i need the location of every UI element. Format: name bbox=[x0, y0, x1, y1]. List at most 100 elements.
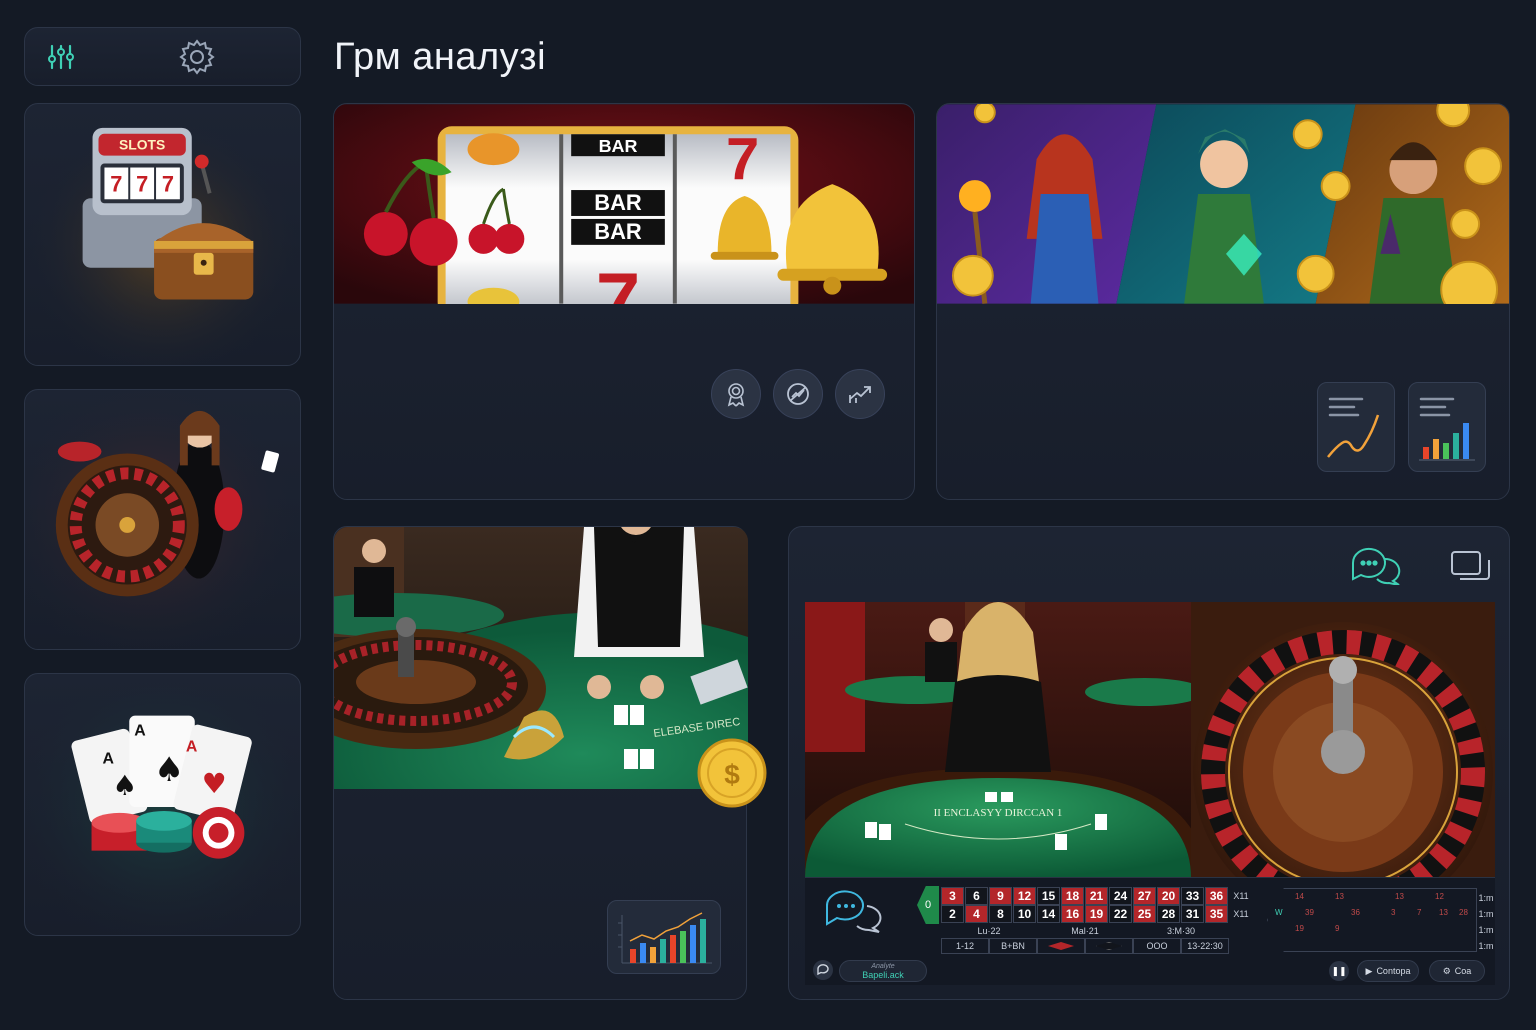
award-icon[interactable] bbox=[711, 369, 761, 419]
racetrack-number[interactable]: 12 bbox=[1435, 892, 1444, 901]
number-cell[interactable]: 8 bbox=[989, 905, 1012, 923]
camera-button-label: Contopa bbox=[1376, 966, 1411, 976]
svg-text:$: $ bbox=[724, 759, 740, 790]
number-cell[interactable]: 6 bbox=[965, 887, 988, 905]
racetrack-number[interactable]: 13 bbox=[1439, 908, 1448, 917]
caption-text: Bapeli.ack bbox=[862, 970, 904, 980]
svg-text:7: 7 bbox=[726, 125, 759, 192]
racetrack-number[interactable]: 13 bbox=[1395, 892, 1404, 901]
number-cell[interactable]: 36 bbox=[1205, 887, 1228, 905]
svg-text:A: A bbox=[186, 738, 198, 755]
dozen-3[interactable]: 3:M·30 bbox=[1133, 924, 1229, 938]
number-cell[interactable]: 27 bbox=[1133, 887, 1156, 905]
camera-button[interactable]: ▶ Contopa bbox=[1357, 960, 1419, 982]
svg-text:7: 7 bbox=[162, 171, 174, 196]
racetrack-number[interactable]: 9 bbox=[1335, 924, 1339, 933]
bet-1-12[interactable]: 1-12 bbox=[941, 938, 989, 954]
bet-red[interactable] bbox=[1037, 938, 1085, 954]
toolbar bbox=[24, 27, 301, 86]
windows-icon[interactable] bbox=[1449, 549, 1491, 590]
race-side-2: 1:m bbox=[1478, 909, 1494, 919]
column-bet-bottom[interactable]: X11 bbox=[1229, 905, 1253, 923]
pause-icon[interactable]: ❚❚ bbox=[1329, 961, 1349, 981]
gear-icon[interactable] bbox=[177, 37, 217, 77]
sidebar-card-cards[interactable]: A A A ♠ ♠ ♥ bbox=[24, 673, 301, 936]
number-cell[interactable]: 33 bbox=[1181, 887, 1204, 905]
svg-text:7: 7 bbox=[136, 171, 148, 196]
sidebar-card-slots[interactable]: SLOTS 7 7 7 bbox=[24, 103, 301, 366]
racetrack-number[interactable]: 39 bbox=[1305, 908, 1314, 917]
number-cell[interactable]: 2 bbox=[941, 905, 964, 923]
dozen-1[interactable]: Lu·22 bbox=[941, 924, 1037, 938]
heroes-panel[interactable] bbox=[936, 103, 1510, 500]
bet-even[interactable]: B+BN bbox=[989, 938, 1037, 954]
race-side-1: 1:m bbox=[1478, 893, 1494, 903]
racetrack-w: W bbox=[1275, 908, 1283, 917]
bet-odd[interactable]: OOO bbox=[1133, 938, 1181, 954]
chat-small-icon[interactable] bbox=[813, 960, 833, 980]
number-cell[interactable]: 24 bbox=[1109, 887, 1132, 905]
bar-chart-tile[interactable] bbox=[607, 900, 721, 974]
svg-text:II ENCLASYY DIRCCAN 1: II ENCLASYY DIRCCAN 1 bbox=[934, 807, 1063, 819]
slot-machine-illustration: SLOTS 7 7 7 bbox=[25, 104, 300, 365]
number-cell[interactable]: 25 bbox=[1133, 905, 1156, 923]
camera-icon: ▶ bbox=[1365, 965, 1373, 976]
svg-text:♠: ♠ bbox=[154, 750, 184, 789]
slots-panel[interactable]: BAR BAR BAR 7 7 bbox=[333, 103, 915, 500]
racetrack-number[interactable]: 3 bbox=[1391, 908, 1395, 917]
game-caption: Analyte Bapeli.ack bbox=[839, 960, 927, 982]
racetrack-number[interactable]: 7 bbox=[1417, 908, 1421, 917]
number-cell[interactable]: 20 bbox=[1157, 887, 1180, 905]
racetrack-number[interactable]: 14 bbox=[1295, 892, 1304, 901]
racetrack-number[interactable]: 28 bbox=[1459, 908, 1468, 917]
svg-text:BAR: BAR bbox=[594, 190, 642, 215]
betting-board: 0 3 6 9 12 15 18 21 24 27 20 33 36 2 4 8 10 14 16 19 22 25 2… bbox=[805, 877, 1495, 985]
chat-icon[interactable] bbox=[1349, 545, 1403, 590]
number-cell[interactable]: 9 bbox=[989, 887, 1012, 905]
number-cell[interactable]: 4 bbox=[965, 905, 988, 923]
bar-chart-tile[interactable] bbox=[1408, 382, 1486, 472]
number-cell[interactable]: 22 bbox=[1109, 905, 1132, 923]
number-cell[interactable]: 15 bbox=[1037, 887, 1060, 905]
number-cell[interactable]: 14 bbox=[1037, 905, 1060, 923]
bet-black[interactable] bbox=[1085, 938, 1133, 954]
number-cell[interactable]: 31 bbox=[1181, 905, 1204, 923]
number-cell[interactable]: 21 bbox=[1085, 887, 1108, 905]
svg-text:BAR: BAR bbox=[594, 219, 642, 244]
page-title: Грм аналузі bbox=[334, 36, 547, 78]
racetrack-number[interactable]: 19 bbox=[1295, 924, 1304, 933]
trend-up-icon[interactable] bbox=[835, 369, 885, 419]
svg-text:7: 7 bbox=[110, 171, 122, 196]
slot-reels-banner: BAR BAR BAR 7 7 bbox=[334, 104, 914, 304]
number-cell[interactable]: 3 bbox=[941, 887, 964, 905]
cards-chips-illustration: A A A ♠ ♠ ♥ bbox=[25, 674, 300, 935]
no-chart-icon[interactable] bbox=[773, 369, 823, 419]
column-bet-top[interactable]: X11 bbox=[1229, 887, 1253, 905]
racetrack-number[interactable]: 13 bbox=[1335, 892, 1344, 901]
roulette-dealer-illustration bbox=[25, 390, 300, 649]
number-cell[interactable]: 19 bbox=[1085, 905, 1108, 923]
dozen-2[interactable]: Mal·21 bbox=[1037, 924, 1133, 938]
number-cell[interactable]: 18 bbox=[1061, 887, 1084, 905]
racetrack-number[interactable]: 36 bbox=[1351, 908, 1360, 917]
settings-button[interactable]: ⚙ Coa bbox=[1429, 960, 1485, 982]
number-cell[interactable]: 28 bbox=[1157, 905, 1180, 923]
chat-bubbles-icon[interactable] bbox=[823, 888, 893, 939]
svg-text:A: A bbox=[102, 750, 114, 767]
live-table-panel[interactable]: II ENCLASYY DIRCCAN 1 0 3 6 9 12 15 18 21 24 27 2… bbox=[788, 526, 1510, 1000]
svg-text:A: A bbox=[134, 723, 146, 740]
number-cell[interactable]: 12 bbox=[1013, 887, 1036, 905]
blackjack-panel[interactable]: ELEBASE DIREC $ bbox=[333, 526, 767, 1000]
number-cell[interactable]: 16 bbox=[1061, 905, 1084, 923]
sliders-icon[interactable] bbox=[41, 37, 81, 77]
slots-sign: SLOTS bbox=[119, 137, 165, 153]
live-blackjack-banner: ELEBASE DIREC bbox=[334, 527, 748, 789]
number-cell[interactable]: 35 bbox=[1205, 905, 1228, 923]
number-cell[interactable]: 10 bbox=[1013, 905, 1036, 923]
zero-cell[interactable]: 0 bbox=[917, 886, 939, 924]
bet-13-22-30[interactable]: 13-22:30 bbox=[1181, 938, 1229, 954]
line-chart-tile[interactable] bbox=[1317, 382, 1395, 472]
race-side-3: 1:m bbox=[1478, 925, 1494, 935]
sidebar-card-roulette[interactable] bbox=[24, 389, 301, 650]
settings-button-label: Coa bbox=[1454, 966, 1472, 976]
